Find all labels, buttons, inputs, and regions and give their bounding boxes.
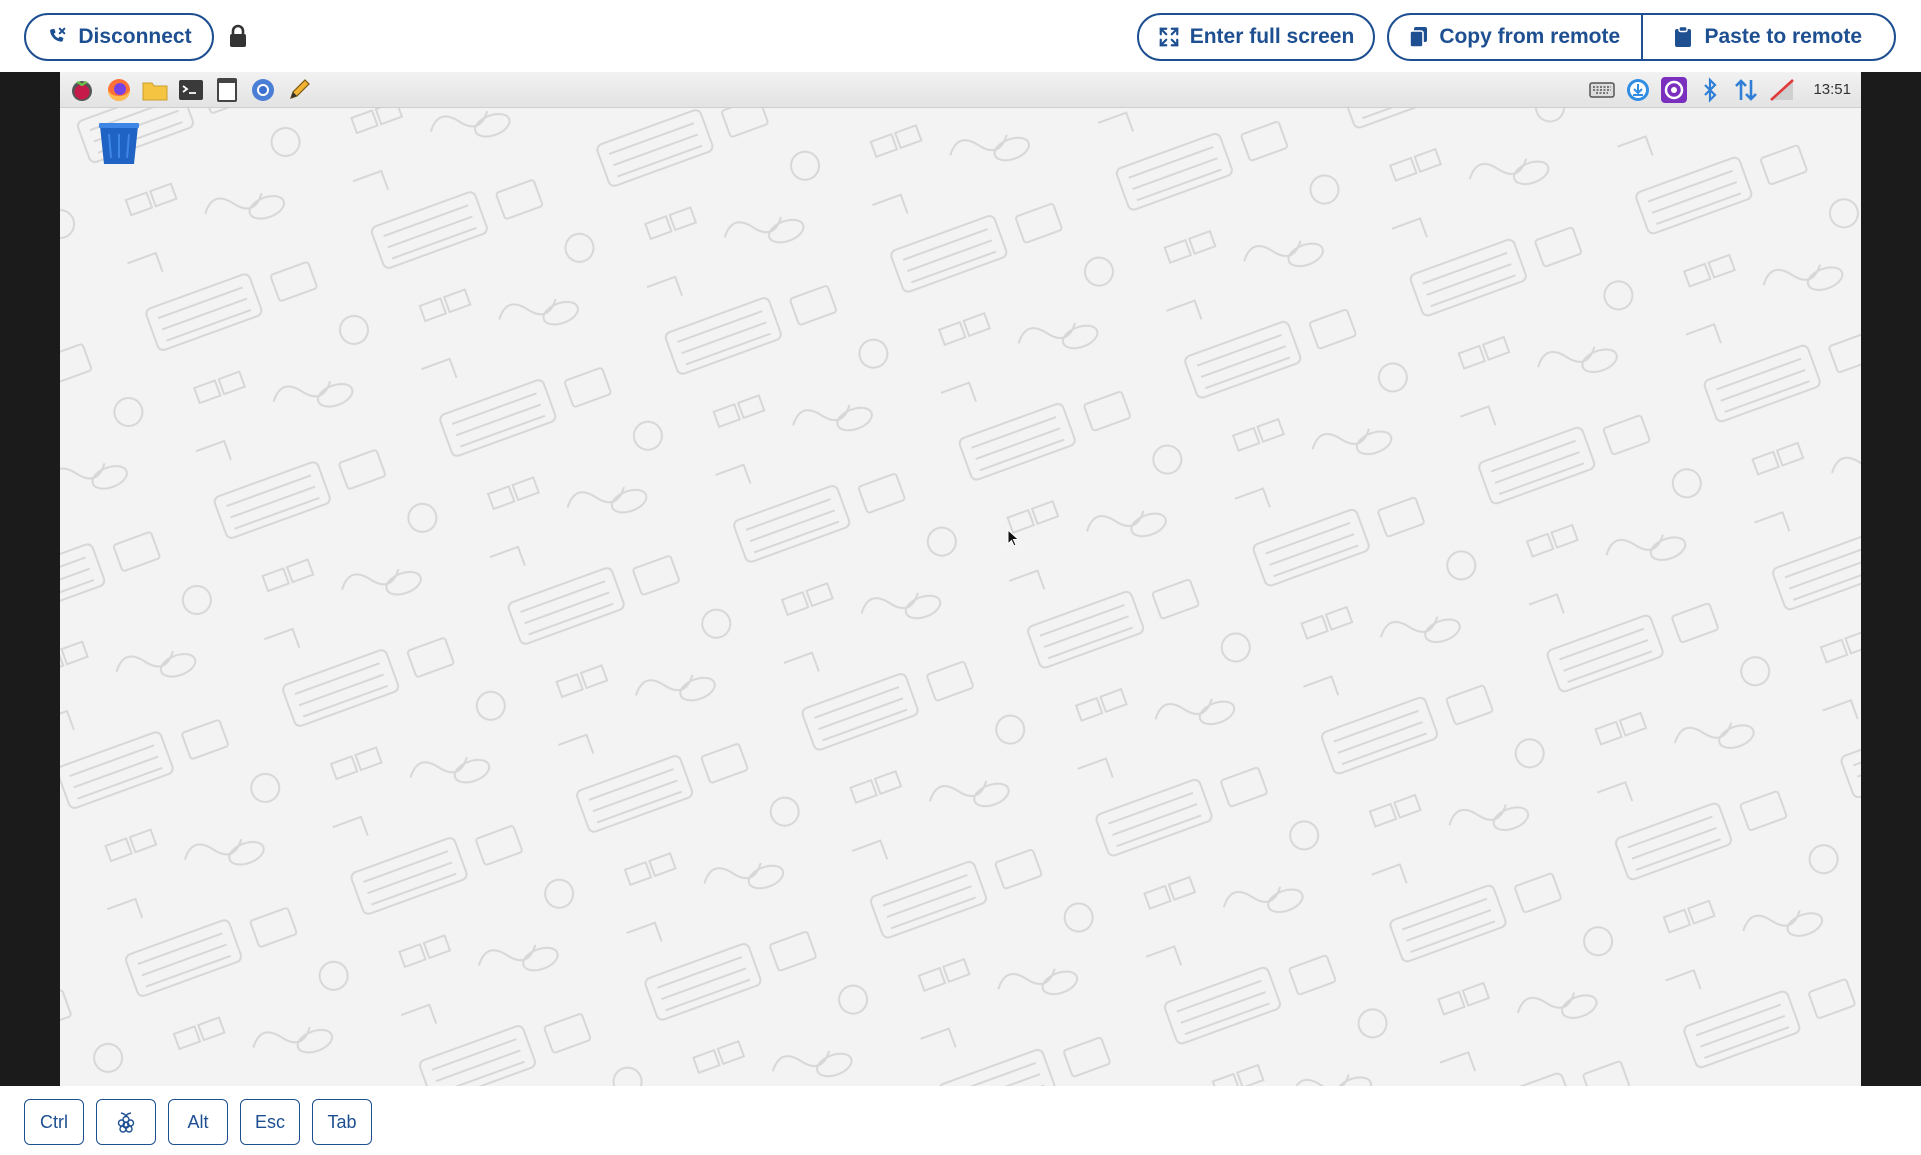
raspberry-menu-icon[interactable] bbox=[68, 76, 96, 104]
pencil-icon[interactable] bbox=[285, 76, 313, 104]
remote-desktop[interactable]: 13:51 bbox=[60, 72, 1861, 1086]
copy-label: Copy from remote bbox=[1439, 25, 1621, 48]
tab-key[interactable]: Tab bbox=[312, 1099, 372, 1145]
fullscreen-button[interactable]: Enter full screen bbox=[1137, 13, 1375, 61]
alt-key-label: Alt bbox=[187, 1111, 209, 1132]
download-icon[interactable] bbox=[1624, 76, 1652, 104]
wallpaper-pattern bbox=[60, 107, 1861, 1086]
raspberry-key[interactable] bbox=[96, 1099, 156, 1145]
paste-label: Paste to remote bbox=[1704, 25, 1863, 48]
alt-key[interactable]: Alt bbox=[168, 1099, 228, 1145]
keyboard-icon[interactable] bbox=[1588, 76, 1616, 104]
paste-icon bbox=[1675, 26, 1692, 47]
terminal-icon[interactable] bbox=[177, 76, 205, 104]
fullscreen-label: Enter full screen bbox=[1189, 25, 1355, 48]
ctrl-key[interactable]: Ctrl bbox=[24, 1099, 84, 1145]
copy-from-remote-button[interactable]: Copy from remote bbox=[1389, 15, 1641, 59]
bluetooth-icon[interactable] bbox=[1696, 76, 1724, 104]
document-icon[interactable] bbox=[213, 76, 241, 104]
firefox-icon[interactable] bbox=[105, 76, 133, 104]
paste-to-remote-button[interactable]: Paste to remote bbox=[1640, 15, 1895, 59]
trash-icon[interactable] bbox=[97, 120, 141, 166]
special-keys-bar: Ctrl Alt Esc Tab bbox=[0, 1086, 1921, 1155]
taskbar-clock[interactable]: 13:51 bbox=[1813, 81, 1851, 98]
esc-key[interactable]: Esc bbox=[240, 1099, 300, 1145]
expand-icon bbox=[1159, 27, 1179, 47]
volume-muted-icon[interactable] bbox=[1768, 76, 1796, 104]
chromium-icon[interactable] bbox=[249, 76, 277, 104]
file-manager-icon[interactable] bbox=[141, 76, 169, 104]
mouse-cursor-icon bbox=[1007, 529, 1020, 547]
taskbar: 13:51 bbox=[60, 72, 1861, 108]
top-toolbar: Disconnect Enter full screen Copy from r… bbox=[0, 0, 1921, 72]
phone-disconnect-icon bbox=[50, 27, 66, 42]
ctrl-key-label: Ctrl bbox=[40, 1111, 68, 1132]
raspberry-icon bbox=[117, 1112, 135, 1133]
tab-key-label: Tab bbox=[327, 1111, 357, 1132]
vnc-icon[interactable] bbox=[1660, 76, 1688, 104]
esc-key-label: Esc bbox=[254, 1111, 285, 1132]
network-icon[interactable] bbox=[1732, 76, 1760, 104]
clipboard-button-group: Copy from remote Paste to remote bbox=[1387, 13, 1896, 61]
copy-icon bbox=[1409, 27, 1428, 48]
disconnect-button[interactable]: Disconnect bbox=[24, 13, 214, 61]
disconnect-label: Disconnect bbox=[78, 25, 192, 48]
lock-icon bbox=[230, 24, 246, 47]
